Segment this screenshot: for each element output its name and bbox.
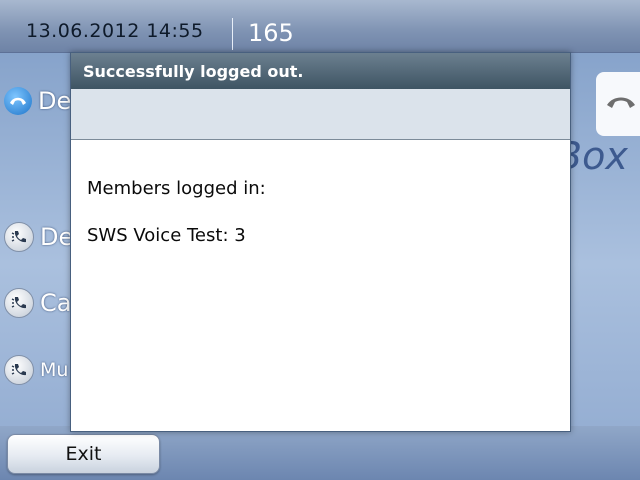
exit-button[interactable]: Exit [7,434,160,474]
dialog-title: Successfully logged out. [71,53,570,89]
status-bar: 13.06.2012 14:55 165 [0,0,640,53]
handset-ring-icon [4,288,34,318]
date-time: 13.06.2012 14:55 [26,20,204,42]
background-item-label: Mu [40,359,69,381]
status-divider [232,18,233,50]
logout-dialog: Successfully logged out. Members logged … [70,52,571,432]
background-item-label: Ca [40,289,72,317]
handset-icon [606,94,636,114]
dialog-body: Members logged in: SWS Voice Test: 3 [71,140,570,246]
members-logged-in-label: Members logged in: [87,178,266,199]
background-list-item[interactable]: Mu [4,355,68,385]
background-list-item[interactable]: De [4,87,71,115]
handset-icon [4,87,32,115]
queue-member-count: SWS Voice Test: 3 [87,225,246,246]
handset-ring-icon [4,222,34,252]
handset-ring-icon [4,355,34,385]
background-item-label: De [40,223,74,251]
background-item-label: De [38,87,72,115]
dialog-subheader [71,89,570,140]
background-list-item[interactable]: Ca [4,288,71,318]
handset-tile[interactable] [596,72,640,136]
extension-number: 165 [248,19,294,47]
background-list-item[interactable]: De [4,222,73,252]
